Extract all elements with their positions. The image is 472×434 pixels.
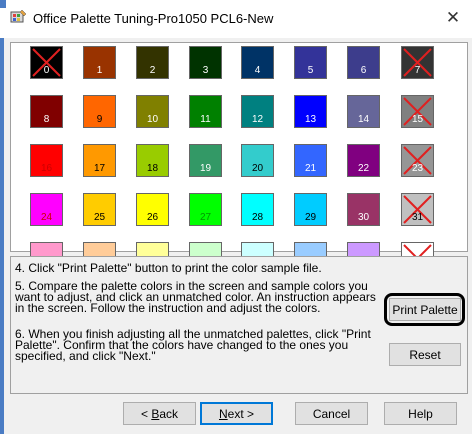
next-button[interactable]: Next > (200, 402, 273, 425)
palette-swatch-7[interactable]: 7 (401, 46, 434, 79)
swatch-number: 16 (40, 163, 53, 174)
palette-swatch-16[interactable]: 16 (30, 144, 63, 177)
palette-swatch-21[interactable]: 21 (294, 144, 327, 177)
back-key: B (151, 406, 160, 421)
instruction-step-5: 5. Compare the palette colors in the scr… (15, 279, 376, 315)
swatch-number: 11 (200, 114, 211, 125)
swatch-number: 12 (251, 114, 264, 125)
window-accent (0, 0, 6, 8)
palette-swatch-10[interactable]: 10 (136, 95, 169, 128)
swatch-number: 9 (96, 114, 103, 125)
next-rest: ext > (227, 406, 255, 421)
palette-swatch-28[interactable]: 28 (241, 193, 274, 226)
swatch-number: 29 (304, 212, 317, 223)
swatch-number: 7 (414, 65, 421, 76)
swatch-number: 10 (146, 114, 159, 125)
window-title: Office Palette Tuning-Pro1050 PCL6-New (33, 11, 274, 26)
swatch-number: 19 (199, 163, 212, 174)
swatch-number: 24 (40, 212, 53, 223)
palette-swatch-5[interactable]: 5 (294, 46, 327, 79)
swatch-number: 25 (93, 212, 106, 223)
palette-swatch-24[interactable]: 24 (30, 193, 63, 226)
palette-swatch-9[interactable]: 9 (83, 95, 116, 128)
palette-swatch-26[interactable]: 26 (136, 193, 169, 226)
close-icon[interactable]: ✕ (440, 6, 466, 30)
palette-swatch-29[interactable]: 29 (294, 193, 327, 226)
palette-grid: 0 1 2 3 4 5 6 7 8 9 10 11 12 13 14 15 16 17 18 19 20 21 22 23 24… (10, 42, 468, 275)
swatch-number: 20 (251, 163, 264, 174)
swatch-number: 14 (357, 114, 370, 125)
swatch-number: 26 (146, 212, 159, 223)
palette-swatch-3[interactable]: 3 (189, 46, 222, 79)
swatch-number: 1 (96, 65, 103, 76)
palette-app-icon (10, 9, 27, 23)
swatch-number: 23 (411, 163, 424, 174)
back-prefix: < (140, 406, 152, 421)
palette-swatch-11[interactable]: 11 (189, 95, 222, 128)
swatch-number: 6 (360, 65, 367, 76)
swatch-number: 8 (43, 114, 50, 125)
palette-swatch-18[interactable]: 18 (136, 144, 169, 177)
swatch-number: 22 (357, 163, 370, 174)
next-key: N (218, 406, 228, 421)
palette-swatch-27[interactable]: 27 (189, 193, 222, 226)
cancel-button[interactable]: Cancel (295, 402, 368, 425)
swatch-number: 28 (251, 212, 264, 223)
palette-swatch-6[interactable]: 6 (347, 46, 380, 79)
palette-swatch-8[interactable]: 8 (30, 95, 63, 128)
palette-swatch-4[interactable]: 4 (241, 46, 274, 79)
swatch-number: 15 (411, 114, 424, 125)
palette-swatch-2[interactable]: 2 (136, 46, 169, 79)
palette-swatch-14[interactable]: 14 (347, 95, 380, 128)
instruction-step-4: 4. Click "Print Palette" button to print… (15, 261, 322, 275)
swatch-number: 21 (304, 163, 317, 174)
swatch-number: 31 (411, 212, 424, 223)
reset-button[interactable]: Reset (389, 343, 461, 366)
palette-swatch-22[interactable]: 22 (347, 144, 380, 177)
back-rest: ack (159, 406, 179, 421)
palette-swatch-23[interactable]: 23 (401, 144, 434, 177)
palette-swatch-20[interactable]: 20 (241, 144, 274, 177)
help-button[interactable]: Help (384, 402, 457, 425)
palette-swatch-31[interactable]: 31 (401, 193, 434, 226)
palette-swatch-30[interactable]: 30 (347, 193, 380, 226)
back-button[interactable]: < Back (123, 402, 196, 425)
palette-swatch-15[interactable]: 15 (401, 95, 434, 128)
title-bar: Office Palette Tuning-Pro1050 PCL6-New ✕ (0, 0, 472, 38)
print-palette-button[interactable]: Print Palette (389, 298, 461, 321)
swatch-number: 3 (202, 65, 209, 76)
swatch-number: 18 (146, 163, 159, 174)
palette-swatch-19[interactable]: 19 (189, 144, 222, 177)
palette-swatch-17[interactable]: 17 (83, 144, 116, 177)
swatch-number: 27 (199, 212, 212, 223)
swatch-number: 4 (254, 65, 261, 76)
palette-swatch-0[interactable]: 0 (30, 46, 63, 79)
swatch-number: 2 (149, 65, 156, 76)
instructions-panel: 4. Click "Print Palette" button to print… (10, 256, 468, 394)
swatch-number: 5 (307, 65, 314, 76)
dialog-body: 0 1 2 3 4 5 6 7 8 9 10 11 12 13 14 15 16 17 18 19 20 21 22 23 24… (0, 38, 472, 434)
palette-swatch-12[interactable]: 12 (241, 95, 274, 128)
swatch-number: 30 (357, 212, 370, 223)
palette-swatch-13[interactable]: 13 (294, 95, 327, 128)
palette-swatch-25[interactable]: 25 (83, 193, 116, 226)
swatch-number: 0 (43, 65, 50, 76)
swatch-number: 17 (93, 163, 106, 174)
instruction-step-6: 6. When you finish adjusting all the unm… (15, 327, 371, 363)
swatch-number: 13 (304, 114, 317, 125)
palette-swatch-1[interactable]: 1 (83, 46, 116, 79)
